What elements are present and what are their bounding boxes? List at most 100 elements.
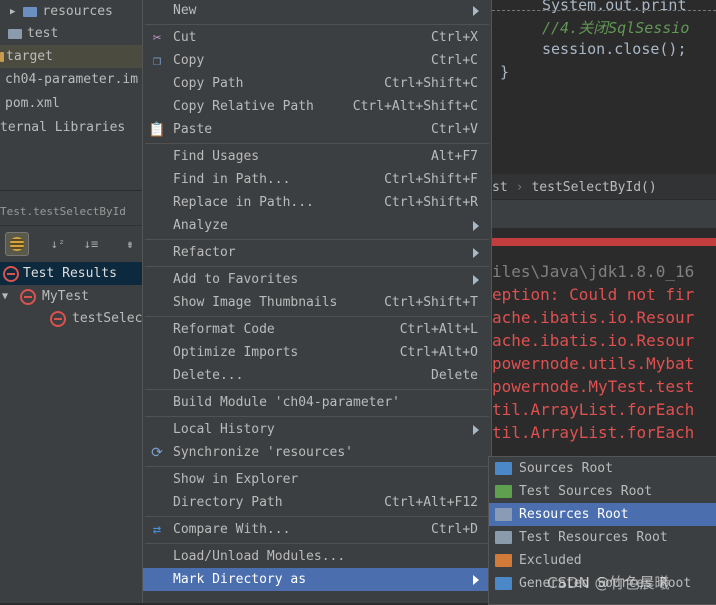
submenu-item-sources-root[interactable]: Sources Root bbox=[489, 457, 716, 480]
menu-item-add-to-favorites[interactable]: Add to Favorites bbox=[143, 268, 491, 291]
code-comment: //4.关闭SqlSessio bbox=[542, 19, 690, 37]
menu-item-find-usages[interactable]: Find Usages Alt+F7 bbox=[143, 145, 491, 168]
menu-item-delete[interactable]: Delete... Delete bbox=[143, 364, 491, 387]
menu-item-cut[interactable]: ✂ Cut Ctrl+X bbox=[143, 26, 491, 49]
tree-item-external-libraries[interactable]: ternal Libraries bbox=[0, 116, 125, 139]
folder-icon bbox=[0, 51, 4, 62]
menu-item-label: Build Module 'ch04-parameter' bbox=[173, 395, 400, 410]
shortcut-label: Ctrl+Shift+T bbox=[384, 295, 478, 310]
shortcut-label: Ctrl+Alt+F12 bbox=[384, 495, 478, 510]
menu-item-local-history[interactable]: Local History bbox=[143, 418, 491, 441]
menu-item-copy[interactable]: ❐ Copy Ctrl+C bbox=[143, 49, 491, 72]
folder-icon bbox=[23, 6, 38, 17]
menu-separator bbox=[145, 316, 489, 317]
sync-icon: ⟳ bbox=[151, 444, 163, 461]
menu-item-label: Replace in Path... bbox=[173, 195, 314, 210]
submenu-arrow-icon bbox=[473, 247, 479, 258]
collapse-arrow-icon[interactable]: ▼ bbox=[2, 291, 8, 302]
menu-item-label: Copy Relative Path bbox=[173, 99, 314, 114]
submenu-item-label: Test Resources Root bbox=[519, 530, 668, 545]
tree-item-iml[interactable]: ch04-parameter.im bbox=[5, 68, 138, 91]
menu-item-mark-directory-as[interactable]: Mark Directory as bbox=[143, 568, 491, 591]
menu-item-paste[interactable]: 📋 Paste Ctrl+V bbox=[143, 118, 491, 141]
console-line: eption: Could not fir bbox=[492, 285, 695, 304]
code-brace: } bbox=[500, 63, 510, 81]
test-node-method[interactable]: testSelec bbox=[50, 307, 142, 330]
submenu-item-label: Resources Root bbox=[519, 507, 629, 522]
code-line: session.close(); bbox=[542, 40, 687, 58]
submenu-arrow-icon bbox=[473, 424, 479, 435]
scissors-icon: ✂ bbox=[152, 29, 162, 46]
menu-item-label: Synchronize 'resources' bbox=[173, 445, 354, 460]
menu-item-label: Analyze bbox=[173, 218, 228, 233]
expand-arrow-icon[interactable]: ▶ bbox=[10, 7, 15, 17]
run-panel-header bbox=[492, 200, 716, 228]
run-tab[interactable]: Test.testSelectById bbox=[0, 200, 143, 222]
menu-item-refactor[interactable]: Refactor bbox=[143, 241, 491, 264]
submenu-item-test-resources-root[interactable]: Test Resources Root bbox=[489, 526, 716, 549]
console-line: powernode.utils.Mybat bbox=[492, 354, 695, 373]
menu-item-label: Delete... bbox=[173, 368, 244, 383]
shortcut-label: Ctrl+Alt+Shift+C bbox=[352, 99, 478, 114]
shortcut-label: Ctrl+X bbox=[431, 30, 478, 45]
menu-item-reformat-code[interactable]: Reformat Code Ctrl+Alt+L bbox=[143, 318, 491, 341]
menu-item-compare-with[interactable]: ⇄ Compare With... Ctrl+D bbox=[143, 518, 491, 541]
menu-separator bbox=[145, 466, 489, 467]
folder-icon bbox=[8, 28, 22, 39]
shortcut-label: Ctrl+Shift+C bbox=[384, 76, 478, 91]
test-results-root[interactable]: Test Results bbox=[0, 262, 143, 285]
breadcrumb-item[interactable]: testSelectById() bbox=[531, 180, 656, 195]
failed-progress-bar bbox=[492, 238, 716, 246]
tree-item-target[interactable]: target bbox=[0, 45, 143, 68]
menu-separator bbox=[145, 416, 489, 417]
menu-item-analyze[interactable]: Analyze bbox=[143, 214, 491, 237]
menu-item-replace-in-path[interactable]: Replace in Path... Ctrl+Shift+R bbox=[143, 191, 491, 214]
console-line: ache.ibatis.io.Resour bbox=[492, 308, 695, 327]
menu-item-find-in-path[interactable]: Find in Path... Ctrl+Shift+F bbox=[143, 168, 491, 191]
console-line: powernode.MyTest.test bbox=[492, 377, 695, 396]
tree-item-test[interactable]: test bbox=[8, 22, 58, 45]
menu-item-label: Show in Explorer bbox=[173, 472, 299, 487]
menu-item-label: Local History bbox=[173, 422, 275, 437]
failed-icon bbox=[20, 288, 37, 305]
submenu-arrow-icon bbox=[473, 574, 479, 585]
menu-item-synchronize-resources[interactable]: ⟳ Synchronize 'resources' bbox=[143, 441, 491, 464]
menu-item-copy-path[interactable]: Copy Path Ctrl+Shift+C bbox=[143, 72, 491, 95]
menu-item-label: Cut bbox=[173, 30, 197, 45]
sort-alpha-icon[interactable]: ↓ᶻ bbox=[47, 233, 69, 255]
menu-item-show-in-explorer[interactable]: Show in Explorer bbox=[143, 468, 491, 491]
submenu-item-test-sources-root[interactable]: Test Sources Root bbox=[489, 480, 716, 503]
submenu-item-label: Test Sources Root bbox=[519, 484, 653, 499]
menu-separator bbox=[145, 239, 489, 240]
folder-icon bbox=[495, 554, 512, 567]
menu-separator bbox=[145, 24, 489, 25]
show-passed-icon[interactable] bbox=[5, 232, 29, 256]
menu-separator bbox=[145, 266, 489, 267]
tree-item-pom[interactable]: pom.xml bbox=[5, 92, 60, 115]
paste-icon: 📋 bbox=[148, 121, 166, 138]
menu-item-label: Paste bbox=[173, 122, 213, 137]
menu-item-optimize-imports[interactable]: Optimize Imports Ctrl+Alt+O bbox=[143, 341, 491, 364]
sort-duration-icon[interactable]: ↓≡ bbox=[80, 233, 102, 255]
breadcrumb: st › testSelectById() bbox=[492, 174, 716, 199]
shortcut-label: Alt+F7 bbox=[431, 149, 478, 164]
menu-item-build-module-ch04-parameter[interactable]: Build Module 'ch04-parameter' bbox=[143, 391, 491, 414]
menu-item-new[interactable]: New bbox=[143, 0, 491, 22]
menu-separator bbox=[145, 543, 489, 544]
test-node-mytest[interactable]: ▼ MyTest bbox=[2, 285, 89, 308]
tree-item-resources[interactable]: ▶ resources bbox=[10, 0, 113, 23]
menu-item-load-unload-modules[interactable]: Load/Unload Modules... bbox=[143, 545, 491, 568]
shortcut-label: Ctrl+Shift+F bbox=[384, 172, 478, 187]
breadcrumb-item[interactable]: st bbox=[492, 180, 508, 195]
menu-item-show-image-thumbnails[interactable]: Show Image Thumbnails Ctrl+Shift+T bbox=[143, 291, 491, 314]
expand-all-icon[interactable]: ⇟ bbox=[119, 233, 141, 255]
submenu-arrow-icon bbox=[473, 220, 479, 231]
folder-icon bbox=[495, 462, 512, 475]
submenu-item-excluded[interactable]: Excluded bbox=[489, 549, 716, 572]
copy-icon: ❐ bbox=[152, 52, 162, 69]
compare-icon: ⇄ bbox=[152, 521, 162, 538]
menu-item-directory-path[interactable]: Directory Path Ctrl+Alt+F12 bbox=[143, 491, 491, 514]
submenu-item-resources-root[interactable]: Resources Root bbox=[489, 503, 716, 526]
menu-separator bbox=[145, 389, 489, 390]
menu-item-copy-relative-path[interactable]: Copy Relative Path Ctrl+Alt+Shift+C bbox=[143, 95, 491, 118]
